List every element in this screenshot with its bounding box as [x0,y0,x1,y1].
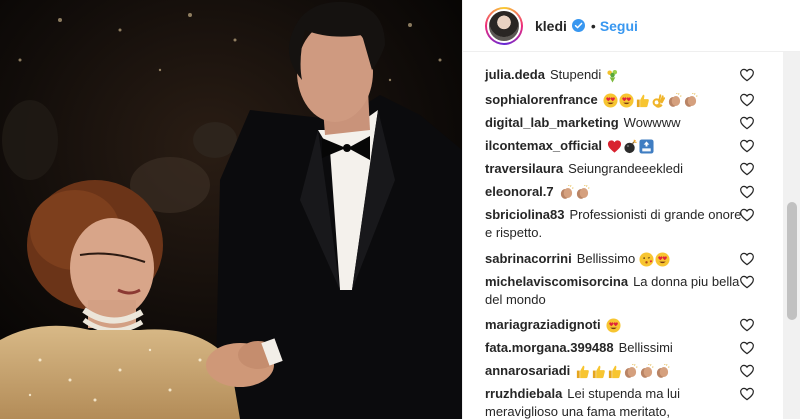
clap-emoji-icon [639,363,654,378]
like-heart-icon[interactable] [739,251,755,267]
comment-text: Stupendi [549,67,602,82]
comment-username[interactable]: digital_lab_marketing [485,115,619,130]
heart-eyes-emoji-icon [619,92,634,108]
scrollbar-thumb[interactable] [787,202,797,320]
comment-username[interactable]: annarosariadi [485,363,570,378]
like-heart-icon[interactable] [739,115,755,131]
top-arrow-emoji-icon [639,138,654,154]
like-heart-icon[interactable] [739,363,755,379]
clap-emoji-icon [683,92,698,107]
heart-eyes-emoji-icon [655,251,670,267]
bomb-emoji-icon [623,138,638,154]
like-heart-icon[interactable] [739,67,755,83]
comment-text: Bellissimo [576,251,636,266]
comment-username[interactable]: julia.deda [485,67,545,82]
ok-hand-emoji-icon [651,92,666,108]
comment-item: rruzhdiebala Lei stupenda ma lui meravigl… [485,385,747,419]
separator-dot: • [590,17,596,34]
comment-username[interactable]: ilcontemax_official [485,138,602,153]
comment-username[interactable]: rruzhdiebala [485,386,562,401]
like-heart-icon[interactable] [739,184,755,200]
username[interactable]: kledi [535,18,567,34]
follow-button[interactable]: Segui [600,18,638,34]
post-header: kledi • Segui [463,0,800,52]
comments-panel: kledi • Segui julia.deda Stupendi sophial… [462,0,800,419]
comment-item: julia.deda Stupendi [485,66,747,84]
kiss-face-emoji-icon [639,251,654,267]
comment-username[interactable]: michelaviscomisorcina [485,274,628,289]
heart-eyes-emoji-icon [603,92,618,108]
verified-badge-icon [571,19,585,32]
thumbs-up-emoji-icon [591,363,606,379]
comment-item: fata.morgana.399488 Bellissimi [485,339,747,357]
comment-username[interactable]: mariagraziadignoti [485,317,601,332]
comment-item: traversilaura Seiungrandeeekledi [485,160,747,178]
thumbs-up-emoji-icon [635,92,650,108]
clap-emoji-icon [575,184,590,199]
like-heart-icon[interactable] [739,274,755,290]
comment-item: annarosariadi [485,362,747,380]
thumbs-up-emoji-icon [607,363,622,379]
comment-username[interactable]: sabrinacorrini [485,251,572,266]
heart-eyes-emoji-icon [606,317,621,333]
red-heart-emoji-icon [607,138,622,153]
comment-text: Seiungrandeeekledi [568,161,683,176]
like-heart-icon[interactable] [739,207,755,223]
comment-item: eleonoral.7 [485,183,747,201]
comment-text: Bellissimi [618,340,673,355]
avatar-image [487,8,521,43]
clap-emoji-icon [667,92,682,107]
comment-item: sbriciolina83 Professionisti di grande on… [485,206,747,242]
comment-item: michelaviscomisorcina La donna piu bella … [485,273,747,309]
clap-emoji-icon [655,363,670,378]
comment-text: Wowwww [623,115,681,130]
bouquet-emoji-icon [605,67,620,83]
like-heart-icon[interactable] [739,138,755,154]
avatar[interactable] [485,6,523,45]
comment-username[interactable]: sophialorenfrance [485,92,598,107]
comment-item: digital_lab_marketing Wowwww [485,114,747,132]
post-photo[interactable] [0,0,462,419]
like-heart-icon[interactable] [739,386,755,402]
comment-item: mariagraziadignoti [485,316,747,334]
comment-item: sabrinacorrini Bellissimo [485,250,747,268]
clap-emoji-icon [623,363,638,378]
thumbs-up-emoji-icon [575,363,590,379]
comment-item: sophialorenfrance [485,91,747,109]
like-heart-icon[interactable] [739,161,755,177]
scrollbar[interactable] [783,52,800,419]
like-heart-icon[interactable] [739,317,755,333]
comment-list[interactable]: julia.deda Stupendi sophialorenfrance digi… [463,52,800,419]
comment-item: ilcontemax_official [485,137,747,155]
like-heart-icon[interactable] [739,92,755,108]
like-heart-icon[interactable] [739,340,755,356]
comment-username[interactable]: traversilaura [485,161,563,176]
comment-username[interactable]: fata.morgana.399488 [485,340,614,355]
comment-username[interactable]: eleonoral.7 [485,184,554,199]
comment-username[interactable]: sbriciolina83 [485,207,564,222]
clap-emoji-icon [559,184,574,199]
